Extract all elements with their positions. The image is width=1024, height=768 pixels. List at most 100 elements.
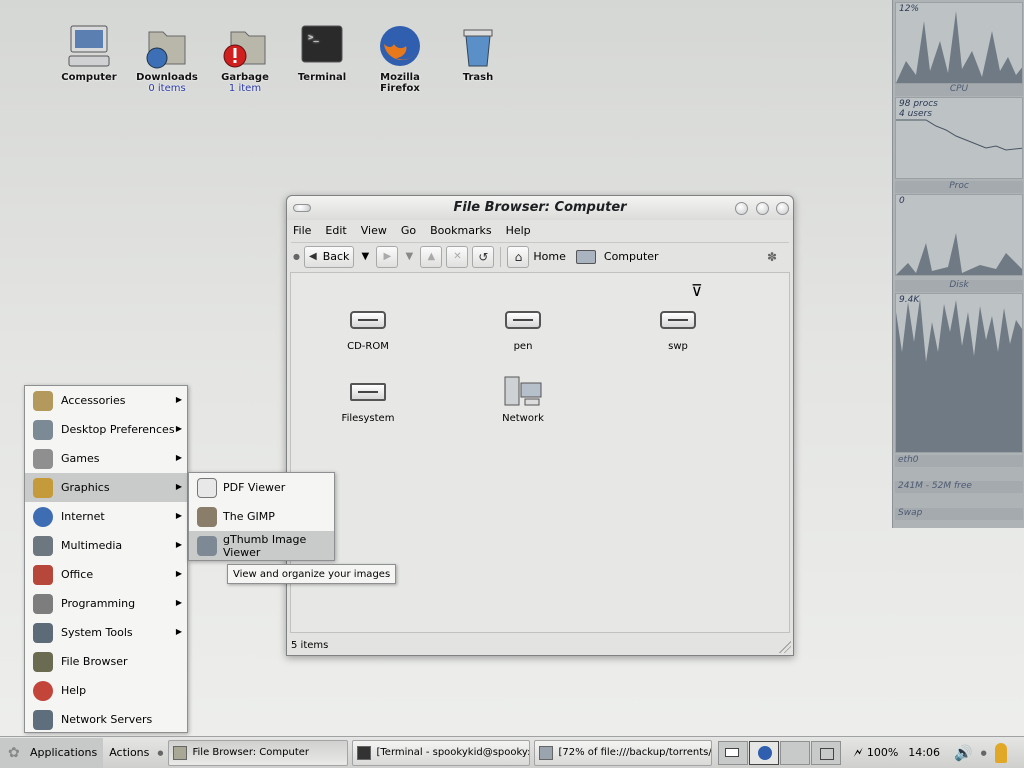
gimp-icon (197, 507, 217, 527)
panel-handle[interactable]: ● (157, 749, 163, 757)
workspace-2[interactable] (748, 740, 779, 765)
menu-bookmarks[interactable]: Bookmarks (430, 224, 491, 237)
pdf-viewer-icon (197, 478, 217, 498)
proc-graph: 98 procs 4 users (895, 97, 1023, 179)
menu-item-label: The GIMP (223, 510, 275, 523)
menu-item-label: File Browser (61, 655, 128, 668)
home-button[interactable]: ⌂ (507, 245, 530, 268)
menu-item-games[interactable]: Games ▶ (25, 444, 187, 473)
menu-item-desktop-preferences[interactable]: Desktop Preferences ▶ (25, 415, 187, 444)
menu-item-gthumb[interactable]: gThumb Image Viewer (189, 531, 334, 560)
file-item-swp[interactable]: swp (623, 303, 733, 352)
graphics-icon (33, 478, 53, 498)
menu-item-label: Office (61, 568, 94, 581)
menu-go[interactable]: Go (401, 224, 416, 237)
minimize-button[interactable] (735, 202, 748, 215)
menu-item-help[interactable]: Help (25, 676, 187, 705)
menu-item-label: System Tools (61, 626, 133, 639)
menu-help[interactable]: Help (506, 224, 531, 237)
menu-view[interactable]: View (361, 224, 387, 237)
up-button[interactable]: ▲ (420, 245, 443, 268)
menu-file[interactable]: File (293, 224, 311, 237)
toolbar-separator (500, 246, 502, 267)
menu-item-system-tools[interactable]: System Tools ▶ (25, 618, 187, 647)
desktop-icon-garbage[interactable]: Garbage 1 item (206, 22, 284, 94)
panel-handle[interactable]: ● (981, 749, 987, 757)
forward-button[interactable]: ▶ (376, 245, 399, 268)
workspace-1[interactable] (717, 740, 748, 765)
home-label[interactable]: Home (533, 250, 565, 263)
maximize-button[interactable] (756, 202, 769, 215)
actions-button[interactable]: Actions (103, 746, 157, 759)
desktop-icon-label: Terminal (294, 72, 350, 83)
file-item-pen[interactable]: pen (468, 303, 578, 352)
desktop-icon-terminal[interactable]: >_ Terminal (283, 22, 361, 83)
workspace-3[interactable] (779, 740, 810, 765)
workspace-4[interactable] (810, 740, 841, 765)
menu-item-internet[interactable]: Internet ▶ (25, 502, 187, 531)
cpu-label: CPU (895, 84, 1023, 96)
tooltip: View and organize your images (227, 564, 397, 584)
applications-button[interactable]: ✿ Applications (0, 737, 104, 768)
submenu-arrow-icon: ▶ (175, 424, 182, 433)
menu-edit[interactable]: Edit (325, 224, 346, 237)
folder-icon (143, 22, 191, 70)
folder-warning-icon (221, 22, 269, 70)
user-icon[interactable] (994, 742, 1007, 763)
location-label[interactable]: Computer (604, 250, 659, 263)
system-monitor: 12% CPU 98 procs 4 users Proc 0 Disk 9.4… (892, 0, 1024, 528)
menu-item-office[interactable]: Office ▶ (25, 560, 187, 589)
desktop-icon-count: 0 items (148, 83, 186, 94)
desktop-icon-label: Downloads (136, 72, 198, 83)
menu-bar: File Edit View Go Bookmarks Help (287, 220, 793, 240)
help-icon (33, 681, 53, 701)
stop-button[interactable]: ✕ (446, 245, 469, 268)
desktop-icon-computer[interactable]: Computer (50, 22, 128, 83)
back-history-dropdown[interactable]: ▼ (358, 251, 372, 262)
submenu-arrow-icon: ▶ (175, 540, 182, 549)
office-icon (33, 565, 53, 585)
menu-item-programming[interactable]: Programming ▶ (25, 589, 187, 618)
menu-item-label: Multimedia (61, 539, 123, 552)
network-graph-bars (896, 298, 1022, 452)
applications-menu: Accessories ▶ Desktop Preferences ▶ Games ▶… (24, 385, 188, 733)
task-terminal[interactable]: [Terminal - spookykid@spooky:~] (351, 739, 530, 766)
applications-label: Applications (30, 746, 98, 759)
file-item-cdrom[interactable]: CD-ROM (313, 303, 423, 352)
menu-item-label: Desktop Preferences (61, 423, 175, 436)
back-button[interactable]: ◀ Back (303, 245, 355, 268)
games-icon (33, 449, 53, 469)
file-item-network[interactable]: Network (468, 375, 578, 424)
reload-icon: ↺ (478, 249, 489, 264)
volume-icon[interactable]: 🔊 (954, 744, 973, 762)
clock[interactable]: 14:06 (908, 746, 940, 759)
menu-item-file-browser[interactable]: File Browser (25, 647, 187, 676)
network-icon (501, 375, 545, 409)
menu-item-gimp[interactable]: The GIMP (189, 502, 334, 531)
file-item-filesystem[interactable]: Filesystem (313, 375, 423, 424)
resize-grip[interactable] (779, 641, 791, 653)
menu-item-graphics[interactable]: Graphics ▶ (25, 473, 187, 502)
forward-history-dropdown[interactable]: ▼ (402, 251, 416, 262)
desktop-icon-downloads[interactable]: Downloads 0 items (128, 22, 206, 94)
reload-button[interactable]: ↺ (472, 245, 495, 268)
menu-item-accessories[interactable]: Accessories ▶ (25, 386, 187, 415)
task-download[interactable]: [72% of file:///backup/torrents/Vi (533, 739, 712, 766)
window-mini-icon (724, 747, 739, 757)
workspace-switcher (717, 740, 842, 765)
menu-item-pdf-viewer[interactable]: PDF Viewer (189, 473, 334, 502)
window-titlebar[interactable]: File Browser: Computer (287, 196, 793, 220)
internet-icon (33, 507, 53, 527)
toolbar-handle[interactable]: ● (293, 252, 300, 261)
menu-item-multimedia[interactable]: Multimedia ▶ (25, 531, 187, 560)
close-button[interactable] (776, 202, 789, 215)
gthumb-icon (197, 536, 217, 556)
battery-icon[interactable]: 🗲 (854, 745, 863, 761)
task-file-browser[interactable]: File Browser: Computer (167, 739, 348, 766)
desktop-icon-trash[interactable]: Trash (439, 22, 517, 83)
file-item-label: Network (502, 413, 544, 424)
menu-item-network-servers[interactable]: Network Servers (25, 705, 187, 734)
network-value: 9.4K (899, 295, 920, 305)
submenu-arrow-icon: ▶ (175, 511, 182, 520)
desktop-icon-firefox[interactable]: Mozilla Firefox (361, 22, 439, 94)
